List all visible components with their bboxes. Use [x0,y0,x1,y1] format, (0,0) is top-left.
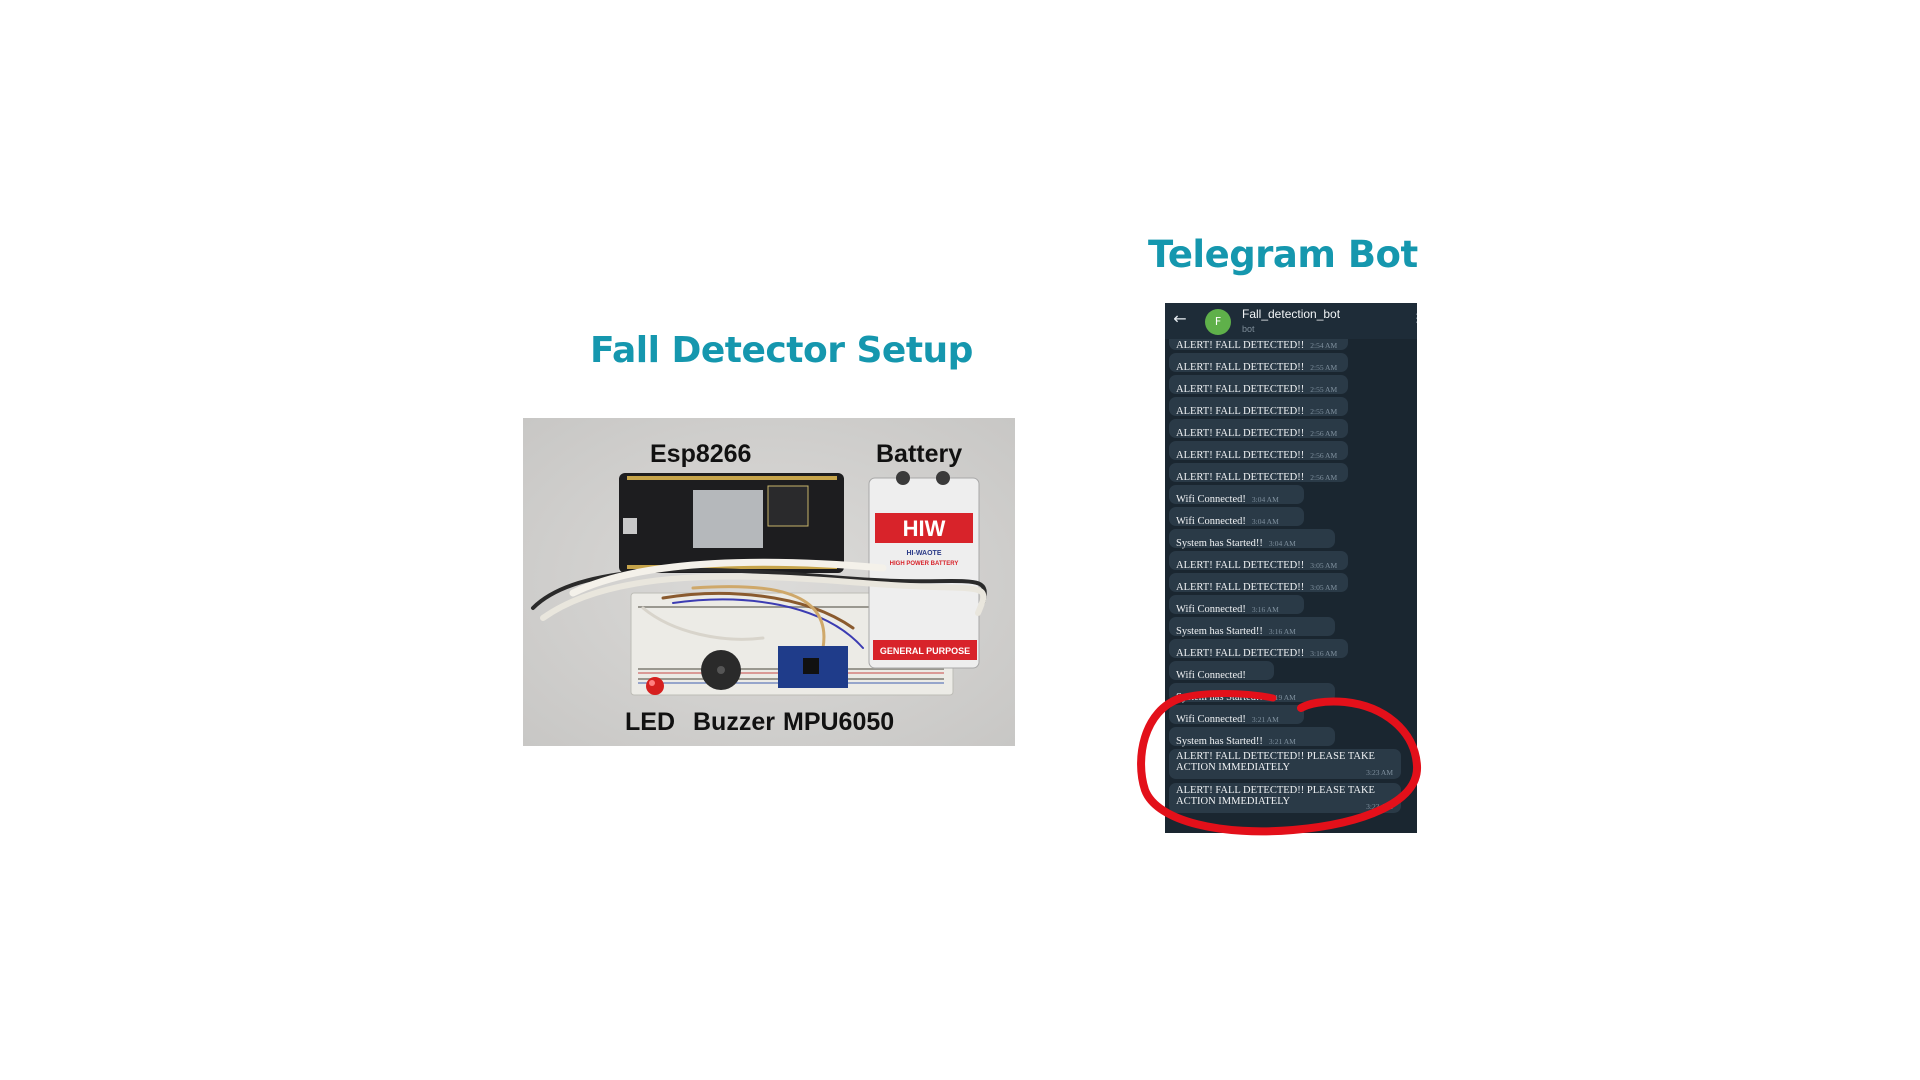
message-bubble[interactable]: System has Started!! 3:16 AM [1169,617,1335,637]
message-bubble[interactable]: ALERT! FALL DETECTED!! 2:55 AM [1169,353,1348,373]
message-text: ALERT! FALL DETECTED!! [1176,648,1305,659]
message-time: 2:56 AM [1310,473,1338,482]
esp8266-label: Esp8266 [650,440,752,468]
fall-detector-photo: HIW HI-WAOTE HIGH POWER BATTERY GENERAL … [523,418,1015,746]
message-time: 2:55 AM [1310,407,1338,416]
chat-header: ← F Fall_detection_bot bot ⋮ [1165,303,1417,339]
message-text: ALERT! FALL DETECTED!! [1176,560,1305,571]
message-time: 3:16 AM [1251,605,1279,614]
message-time: 3:16 AM [1310,649,1338,658]
message-time: 2:56 AM [1310,451,1338,460]
message-time: 2:56 AM [1310,429,1338,438]
message-time: 2:55 AM [1310,363,1338,372]
telegram-bot-heading: Telegram Bot [1148,233,1418,276]
led-label: LED [625,708,675,736]
message-text: Wifi Connected! [1176,516,1246,527]
message-text: Wifi Connected! [1176,494,1246,505]
highlight-circle-annotation [1137,690,1422,836]
message-time: 3:16 AM [1268,627,1296,636]
message-text: ALERT! FALL DETECTED!! [1176,582,1305,593]
message-bubble[interactable]: Wifi Connected! [1169,661,1274,681]
message-bubble[interactable]: ALERT! FALL DETECTED!! 3:05 AM [1169,573,1348,593]
message-text: ALERT! FALL DETECTED!! [1176,450,1305,461]
message-text: System has Started!! [1176,538,1263,549]
bot-name: Fall_detection_bot [1242,307,1341,321]
message-bubble[interactable]: ALERT! FALL DETECTED!! 3:16 AM [1169,639,1348,659]
message-bubble[interactable]: ALERT! FALL DETECTED!! 2:56 AM [1169,463,1348,483]
message-text: ALERT! FALL DETECTED!! [1176,472,1305,483]
message-text: ALERT! FALL DETECTED!! [1176,384,1305,395]
message-bubble[interactable]: ALERT! FALL DETECTED!! 2:55 AM [1169,397,1348,417]
message-time: 3:04 AM [1268,539,1296,548]
message-text: ALERT! FALL DETECTED!! [1176,362,1305,373]
message-bubble[interactable]: Wifi Connected! 3:04 AM [1169,485,1304,505]
message-bubble[interactable]: Wifi Connected! 3:16 AM [1169,595,1304,615]
message-time: 3:04 AM [1251,517,1279,526]
message-time: 2:55 AM [1310,385,1338,394]
message-time: 2:54 AM [1310,341,1338,350]
message-time: 3:05 AM [1310,561,1338,570]
message-bubble[interactable]: ALERT! FALL DETECTED!! 2:55 AM [1169,375,1348,395]
message-text: ALERT! FALL DETECTED!! [1176,340,1305,351]
battery-tag: HIGH POWER BATTERY [890,561,959,567]
bot-avatar[interactable]: F [1205,309,1231,335]
battery-label: Battery [876,440,963,468]
message-text: Wifi Connected! [1176,604,1246,615]
message-bubble[interactable]: ALERT! FALL DETECTED!! 2:54 AM [1169,339,1348,351]
setup-heading: Fall Detector Setup [590,330,973,371]
message-bubble[interactable]: ALERT! FALL DETECTED!! 3:05 AM [1169,551,1348,571]
battery-brand: HIW [903,516,946,541]
message-bubble[interactable]: ALERT! FALL DETECTED!! 2:56 AM [1169,441,1348,461]
message-bubble[interactable]: Wifi Connected! 3:04 AM [1169,507,1304,527]
message-bubble[interactable]: System has Started!! 3:04 AM [1169,529,1335,549]
message-text: ALERT! FALL DETECTED!! [1176,406,1305,417]
battery-sub: HI-WAOTE [907,550,942,557]
mpu6050-label: MPU6050 [783,708,895,736]
message-text: System has Started!! [1176,626,1263,637]
buzzer-label: Buzzer [693,708,775,736]
message-time: 3:05 AM [1310,583,1338,592]
message-time: 3:04 AM [1251,495,1279,504]
message-text: ALERT! FALL DETECTED!! [1176,428,1305,439]
more-menu-icon[interactable]: ⋮ [1411,312,1417,324]
message-text: Wifi Connected! [1176,670,1246,681]
battery-purpose: GENERAL PURPOSE [880,646,970,656]
back-arrow-icon[interactable]: ← [1171,310,1189,328]
message-bubble[interactable]: ALERT! FALL DETECTED!! 2:56 AM [1169,419,1348,439]
bot-subtitle: bot [1242,324,1255,334]
